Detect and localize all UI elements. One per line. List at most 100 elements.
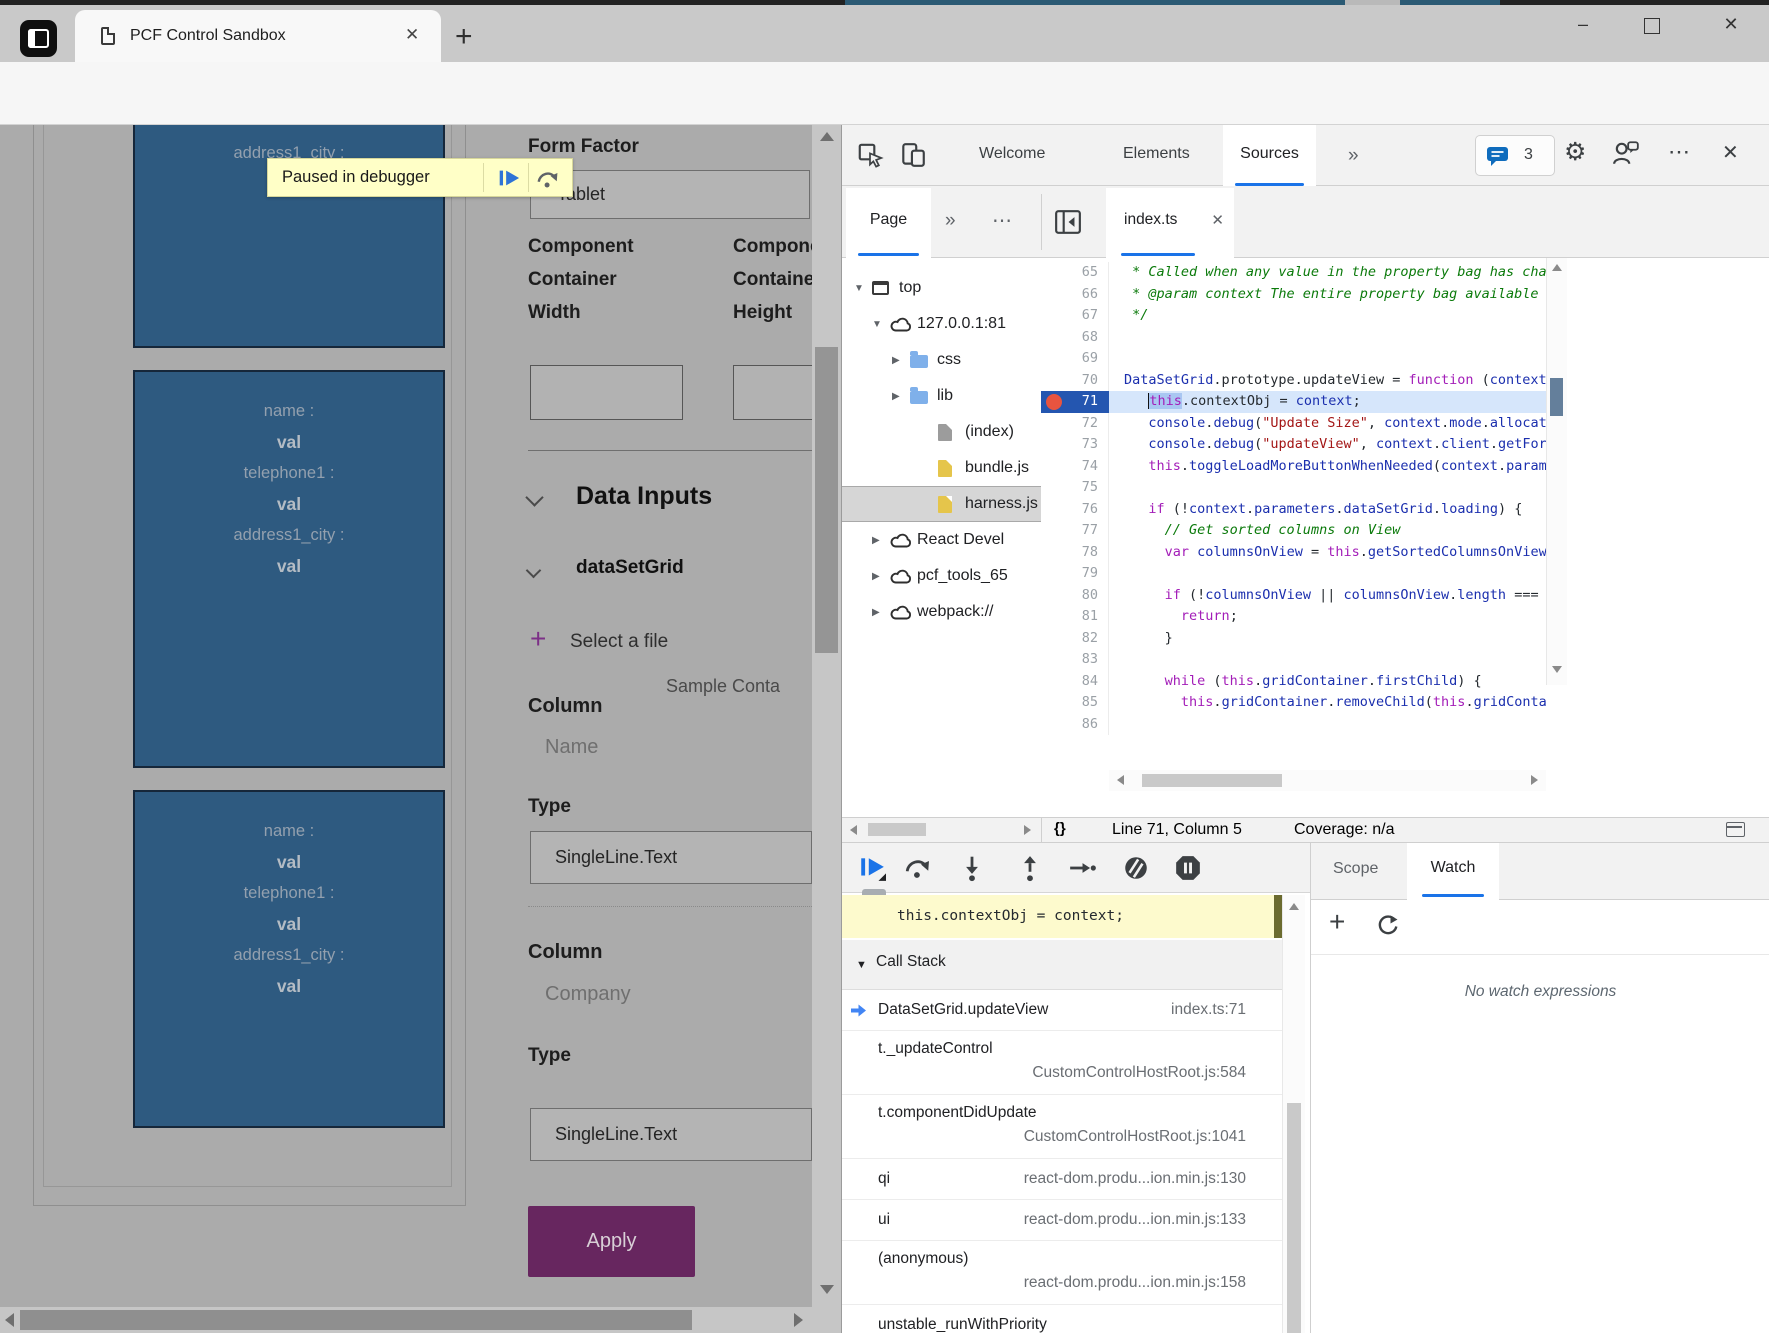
tree-item-webpack[interactable]: ▶webpack:// [842,594,1041,630]
code-line-82[interactable]: 82 } [1041,628,1546,650]
tab-actions-menu-button[interactable] [20,20,57,57]
code-line-72[interactable]: 72 console.debug("Update Size", context.… [1041,413,1546,435]
window-close-button[interactable]: ✕ [1716,14,1746,35]
devtools-close-icon[interactable]: ✕ [1722,140,1739,165]
apply-button[interactable]: Apply [528,1206,695,1277]
code-line-69[interactable]: 69 [1041,348,1546,370]
step-over-icon[interactable] [904,854,932,887]
code-line-86[interactable]: 86 [1041,714,1546,736]
chevron-down-icon[interactable] [525,488,543,506]
navigator-more-tabs-icon[interactable]: » [945,210,956,232]
editor-vertical-scrollbar-thumb[interactable] [1550,378,1563,416]
more-tabs-icon[interactable]: » [1348,145,1359,167]
scroll-right-icon[interactable] [794,1313,803,1327]
new-tab-button[interactable]: + [455,20,473,54]
scroll-up-icon[interactable] [1289,903,1299,910]
tab-welcome[interactable]: Welcome [979,145,1045,163]
devtools-menu-icon[interactable]: ⋯ [1668,139,1690,165]
add-watch-icon[interactable]: + [1329,906,1345,938]
editor-tab-index-ts[interactable]: index.ts ✕ [1106,188,1234,258]
tree-item-top[interactable]: ▼top [842,270,1041,306]
code-line-68[interactable]: 68 [1041,327,1546,349]
code-line-77[interactable]: 77 // Get sorted columns on View [1041,520,1546,542]
code-line-70[interactable]: 70DataSetGrid.prototype.updateView = fun… [1041,370,1546,392]
navigator-horizontal-scrollbar-thumb[interactable] [868,823,926,836]
tree-item-css[interactable]: ▶css [842,342,1041,378]
code-line-83[interactable]: 83 [1041,649,1546,671]
container-width-input[interactable] [530,365,683,420]
callstack-frame[interactable]: unstable_runWithPriority [842,1305,1282,1333]
feedback-badge[interactable]: 3 [1475,135,1555,176]
scroll-up-icon[interactable] [1552,264,1562,271]
step-out-icon[interactable] [1016,854,1044,887]
chevron-down-icon[interactable] [526,563,542,579]
editor-horizontal-scrollbar-thumb[interactable] [1142,774,1282,787]
code-line-73[interactable]: 73 console.debug("updateView", context.c… [1041,434,1546,456]
page-horizontal-scrollbar-thumb[interactable] [20,1310,692,1330]
code-line-75[interactable]: 75 [1041,477,1546,499]
pause-on-exceptions-icon[interactable] [1174,854,1202,887]
tab-close-icon[interactable]: ✕ [405,25,419,45]
scroll-left-icon[interactable] [850,825,857,835]
scroll-right-icon[interactable] [1024,825,1031,835]
navigator-page-tab[interactable]: Page [846,188,931,258]
code-line-74[interactable]: 74 this.toggleLoadMoreButtonWhenNeeded(c… [1041,456,1546,478]
scroll-down-icon[interactable] [1552,666,1562,673]
scroll-right-icon[interactable] [1531,775,1538,785]
collapse-sidebar-icon[interactable] [1054,208,1082,241]
editor-vertical-scrollbar[interactable] [1546,258,1567,685]
tree-item-react-devel[interactable]: ▶React Devel [842,522,1041,558]
callstack-frame[interactable]: uireact-dom.produ...ion.min.js:133 [842,1200,1282,1241]
scroll-down-icon[interactable] [820,1285,834,1294]
tab-scope[interactable]: Scope [1333,860,1378,878]
code-line-84[interactable]: 84 while (this.gridContainer.firstChild)… [1041,671,1546,693]
tree-item-127-0-0-1-81[interactable]: ▼127.0.0.1:81 [842,306,1041,342]
type-input[interactable]: SingleLine.Text [530,1108,812,1161]
container-height-input[interactable] [733,365,812,420]
select-file-button[interactable]: Select a file [570,631,668,653]
resume-script-icon[interactable] [496,166,520,195]
step-icon[interactable] [1068,854,1096,887]
callstack-frame[interactable]: t._updateControlCustomControlHostRoot.js… [842,1031,1282,1095]
window-maximize-button[interactable] [1644,18,1660,34]
tree-item-index[interactable]: (index) [842,414,1041,450]
tab-watch[interactable]: Watch [1407,843,1499,900]
code-line-71[interactable]: 71 this.contextObj = context; [1041,391,1546,413]
inspect-element-icon[interactable] [856,141,884,174]
page-vertical-scrollbar-thumb[interactable] [815,347,838,653]
tree-item-bundle-js[interactable]: bundle.js [842,450,1041,486]
tab-elements[interactable]: Elements [1123,145,1190,163]
breakpoint-icon[interactable] [1046,394,1062,410]
panel-toggle-icon[interactable] [1726,822,1745,837]
code-line-65[interactable]: 65 * Called when any value in the proper… [1041,262,1546,284]
code-line-66[interactable]: 66 * @param context The entire property … [1041,284,1546,306]
scroll-up-icon[interactable] [820,132,834,141]
tab-sources[interactable]: Sources [1223,125,1316,186]
step-over-icon[interactable] [536,167,560,196]
callstack-scrollbar-thumb[interactable] [1287,1103,1301,1333]
scroll-left-icon[interactable] [5,1313,14,1327]
callstack-frame[interactable]: t.componentDidUpdateCustomControlHostRoo… [842,1095,1282,1159]
refresh-watch-icon[interactable] [1375,914,1399,943]
code-line-76[interactable]: 76 if (!context.parameters.dataSetGrid.l… [1041,499,1546,521]
pretty-print-button[interactable]: {} [1054,820,1066,837]
callstack-frame[interactable]: qireact-dom.produ...ion.min.js:130 [842,1159,1282,1200]
paused-location-preview[interactable]: this.contextObj = context; [842,895,1282,938]
scroll-left-icon[interactable] [1117,775,1124,785]
editor-tab-close-icon[interactable]: ✕ [1211,211,1224,229]
window-minimize-button[interactable]: – [1568,14,1598,35]
code-line-80[interactable]: 80 if (!columnsOnView || columnsOnView.l… [1041,585,1546,607]
type-input[interactable]: SingleLine.Text [530,831,812,884]
page-vertical-scrollbar[interactable] [812,125,841,1307]
code-line-81[interactable]: 81 return; [1041,606,1546,628]
feedback-person-icon[interactable] [1612,139,1640,172]
record-card[interactable]: name :valtelephone1 :valaddress1_city :v… [133,370,445,768]
code-line-79[interactable]: 79 [1041,563,1546,585]
code-line-78[interactable]: 78 var columnsOnView = this.getSortedCol… [1041,542,1546,564]
settings-gear-icon[interactable]: ⚙ [1564,137,1586,167]
resume-script-icon[interactable] [858,854,886,887]
code-line-67[interactable]: 67 */ [1041,305,1546,327]
device-toolbar-icon[interactable] [899,141,927,174]
tree-item-pcf-tools-65[interactable]: ▶pcf_tools_65 [842,558,1041,594]
callstack-section-header[interactable]: ▼ Call Stack [842,940,1282,990]
